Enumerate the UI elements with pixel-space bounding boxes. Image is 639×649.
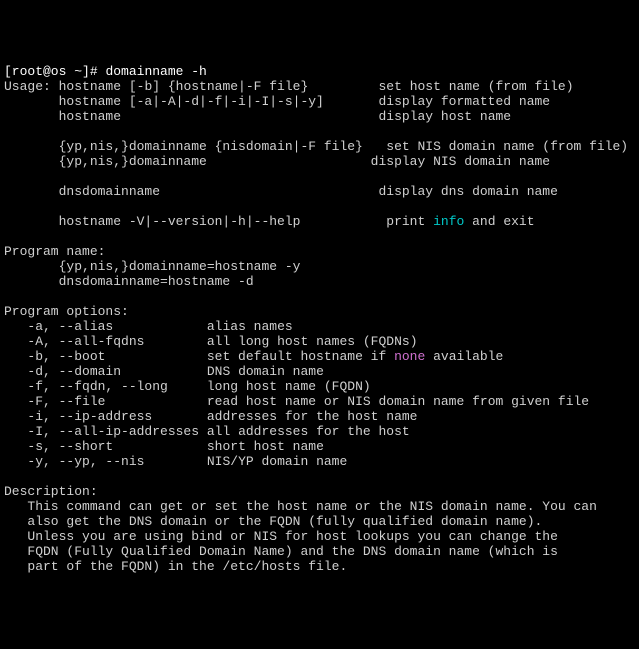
- usage-line: dnsdomainname: [59, 184, 160, 199]
- command: domainname -h: [105, 64, 206, 79]
- description-label: Description:: [4, 484, 98, 499]
- option-desc: alias names: [207, 319, 293, 334]
- usage-line: hostname -V|--version|-h|--help: [59, 214, 301, 229]
- usage-desc: print info and exit: [386, 214, 534, 229]
- option-desc: set default hostname if none available: [207, 349, 503, 364]
- description-line: This command can get or set the host nam…: [27, 499, 597, 514]
- option-flag: -f, --fqdn, --long: [27, 379, 167, 394]
- description-line: also get the DNS domain or the FQDN (ful…: [27, 514, 542, 529]
- option-flag: -F, --file: [27, 394, 105, 409]
- program-options-label: Program options:: [4, 304, 129, 319]
- shell-prompt: [root@os ~]#: [4, 64, 98, 79]
- usage-desc: set host name (from file): [378, 79, 573, 94]
- option-flag: -s, --short: [27, 439, 113, 454]
- option-desc: NIS/YP domain name: [207, 454, 347, 469]
- option-desc: all long host names (FQDNs): [207, 334, 418, 349]
- option-desc: all addresses for the host: [207, 424, 410, 439]
- description-line: Unless you are using bind or NIS for hos…: [27, 529, 558, 544]
- usage-desc: display NIS domain name: [371, 154, 550, 169]
- keyword-info: info: [433, 214, 464, 229]
- option-desc: long host name (FQDN): [207, 379, 371, 394]
- program-name-line: dnsdomainname=hostname -d: [59, 274, 254, 289]
- program-name-label: Program name:: [4, 244, 105, 259]
- option-flag: -y, --yp, --nis: [27, 454, 144, 469]
- terminal-output: [root@os ~]# domainname -h Usage: hostna…: [4, 64, 635, 574]
- option-desc: DNS domain name: [207, 364, 324, 379]
- option-desc: addresses for the host name: [207, 409, 418, 424]
- usage-line: hostname: [59, 109, 121, 124]
- usage-label: Usage:: [4, 79, 51, 94]
- usage-line: hostname [-b] {hostname|-F file}: [59, 79, 309, 94]
- option-desc: short host name: [207, 439, 324, 454]
- usage-line: {yp,nis,}domainname {nisdomain|-F file}: [59, 139, 363, 154]
- option-flag: -d, --domain: [27, 364, 121, 379]
- program-name-line: {yp,nis,}domainname=hostname -y: [59, 259, 301, 274]
- usage-desc: display dns domain name: [378, 184, 557, 199]
- keyword-none: none: [394, 349, 425, 364]
- option-flag: -I, --all-ip-addresses: [27, 424, 199, 439]
- option-flag: -A, --all-fqdns: [27, 334, 144, 349]
- usage-line: {yp,nis,}domainname: [59, 154, 207, 169]
- usage-desc: display formatted name: [378, 94, 550, 109]
- option-flag: -a, --alias: [27, 319, 113, 334]
- option-flag: -b, --boot: [27, 349, 105, 364]
- option-desc: read host name or NIS domain name from g…: [207, 394, 589, 409]
- usage-desc: display host name: [378, 109, 511, 124]
- usage-desc: set NIS domain name (from file): [386, 139, 628, 154]
- option-flag: -i, --ip-address: [27, 409, 152, 424]
- description-line: part of the FQDN) in the /etc/hosts file…: [27, 559, 347, 574]
- usage-line: hostname [-a|-A|-d|-f|-i|-I|-s|-y]: [59, 94, 324, 109]
- description-line: FQDN (Fully Qualified Domain Name) and t…: [27, 544, 558, 559]
